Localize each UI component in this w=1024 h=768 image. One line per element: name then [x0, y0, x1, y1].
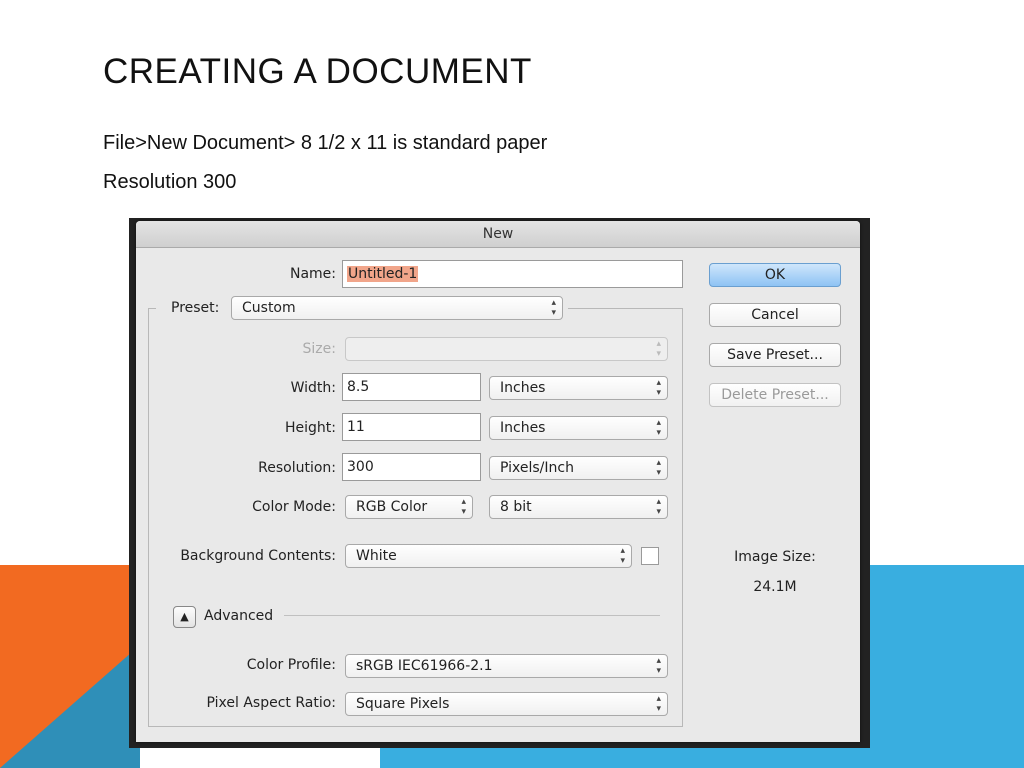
size-select: ▴ ▾ — [345, 337, 668, 361]
up-down-arrows-icon: ▴ ▾ — [656, 694, 661, 714]
pixel-aspect-ratio-label: Pixel Aspect Ratio: — [206, 695, 337, 711]
up-down-arrows-icon: ▴ ▾ — [551, 298, 556, 318]
new-document-dialog: New Name: Untitled-1 Preset: Custom ▴ ▾ S… — [136, 221, 860, 742]
name-value: Untitled-1 — [347, 266, 419, 282]
resolution-unit-select[interactable]: Pixels/Inch ▴ ▾ — [489, 456, 668, 480]
width-label: Width: — [290, 380, 336, 396]
advanced-label: Advanced — [204, 608, 274, 624]
preset-value: Custom — [242, 300, 296, 316]
height-unit-value: Inches — [500, 420, 546, 436]
width-unit-value: Inches — [500, 380, 546, 396]
size-label: Size: — [302, 341, 336, 357]
up-down-arrows-icon: ▴ ▾ — [656, 458, 661, 478]
width-unit-select[interactable]: Inches ▴ ▾ — [489, 376, 668, 400]
blue-band — [860, 565, 1024, 768]
preset-label: Preset: — [171, 300, 220, 316]
ok-button[interactable]: OK — [709, 263, 841, 287]
pixel-aspect-ratio-select[interactable]: Square Pixels ▴ ▾ — [345, 692, 668, 716]
name-label: Name: — [289, 266, 336, 282]
up-down-arrows-icon: ▴ ▾ — [656, 656, 661, 676]
save-preset-button[interactable]: Save Preset... — [709, 343, 841, 367]
advanced-toggle-button[interactable]: ▲ — [173, 606, 196, 628]
triangle-up-icon: ▲ — [180, 610, 189, 623]
advanced-divider — [284, 615, 660, 616]
width-input[interactable]: 8.5 — [342, 373, 481, 401]
background-contents-select[interactable]: White ▴ ▾ — [345, 544, 632, 568]
slide-title: CREATING A DOCUMENT — [103, 52, 532, 91]
up-down-arrows-icon: ▴ ▾ — [656, 378, 661, 398]
resolution-label: Resolution: — [258, 460, 336, 476]
color-mode-select[interactable]: RGB Color ▴ ▾ — [345, 495, 473, 519]
up-down-arrows-icon: ▴ ▾ — [620, 546, 625, 566]
color-profile-label: Color Profile: — [246, 657, 336, 673]
pixel-aspect-ratio-value: Square Pixels — [356, 696, 450, 712]
up-down-arrows-icon: ▴ ▾ — [656, 339, 661, 359]
height-label: Height: — [285, 420, 336, 436]
bit-depth-select[interactable]: 8 bit ▴ ▾ — [489, 495, 668, 519]
height-unit-select[interactable]: Inches ▴ ▾ — [489, 416, 668, 440]
preset-select[interactable]: Custom ▴ ▾ — [231, 296, 563, 320]
bullet-paper-size: File>New Document> 8 1/2 x 11 is standar… — [103, 132, 548, 154]
bullet-resolution: Resolution 300 — [103, 171, 237, 193]
background-contents-label: Background Contents: — [180, 548, 336, 564]
delete-preset-button: Delete Preset... — [709, 383, 841, 407]
color-mode-value: RGB Color — [356, 499, 428, 515]
resolution-input[interactable]: 300 — [342, 453, 481, 481]
background-color-swatch[interactable] — [641, 547, 659, 565]
color-profile-value: sRGB IEC61966-2.1 — [356, 658, 493, 674]
up-down-arrows-icon: ▴ ▾ — [656, 497, 661, 517]
image-size-label: Image Size: — [734, 549, 816, 565]
blue-strip-bottom — [380, 748, 1024, 768]
resolution-unit-value: Pixels/Inch — [500, 460, 574, 476]
image-size-value: 24.1M — [753, 579, 797, 595]
color-profile-select[interactable]: sRGB IEC61966-2.1 ▴ ▾ — [345, 654, 668, 678]
height-input[interactable]: 11 — [342, 413, 481, 441]
up-down-arrows-icon: ▴ ▾ — [656, 418, 661, 438]
background-contents-value: White — [356, 548, 397, 564]
bit-depth-value: 8 bit — [500, 499, 532, 515]
name-input[interactable]: Untitled-1 — [342, 260, 683, 288]
dialog-titlebar: New — [136, 221, 860, 248]
up-down-arrows-icon: ▴ ▾ — [461, 497, 466, 517]
cancel-button[interactable]: Cancel — [709, 303, 841, 327]
color-mode-label: Color Mode: — [252, 499, 336, 515]
